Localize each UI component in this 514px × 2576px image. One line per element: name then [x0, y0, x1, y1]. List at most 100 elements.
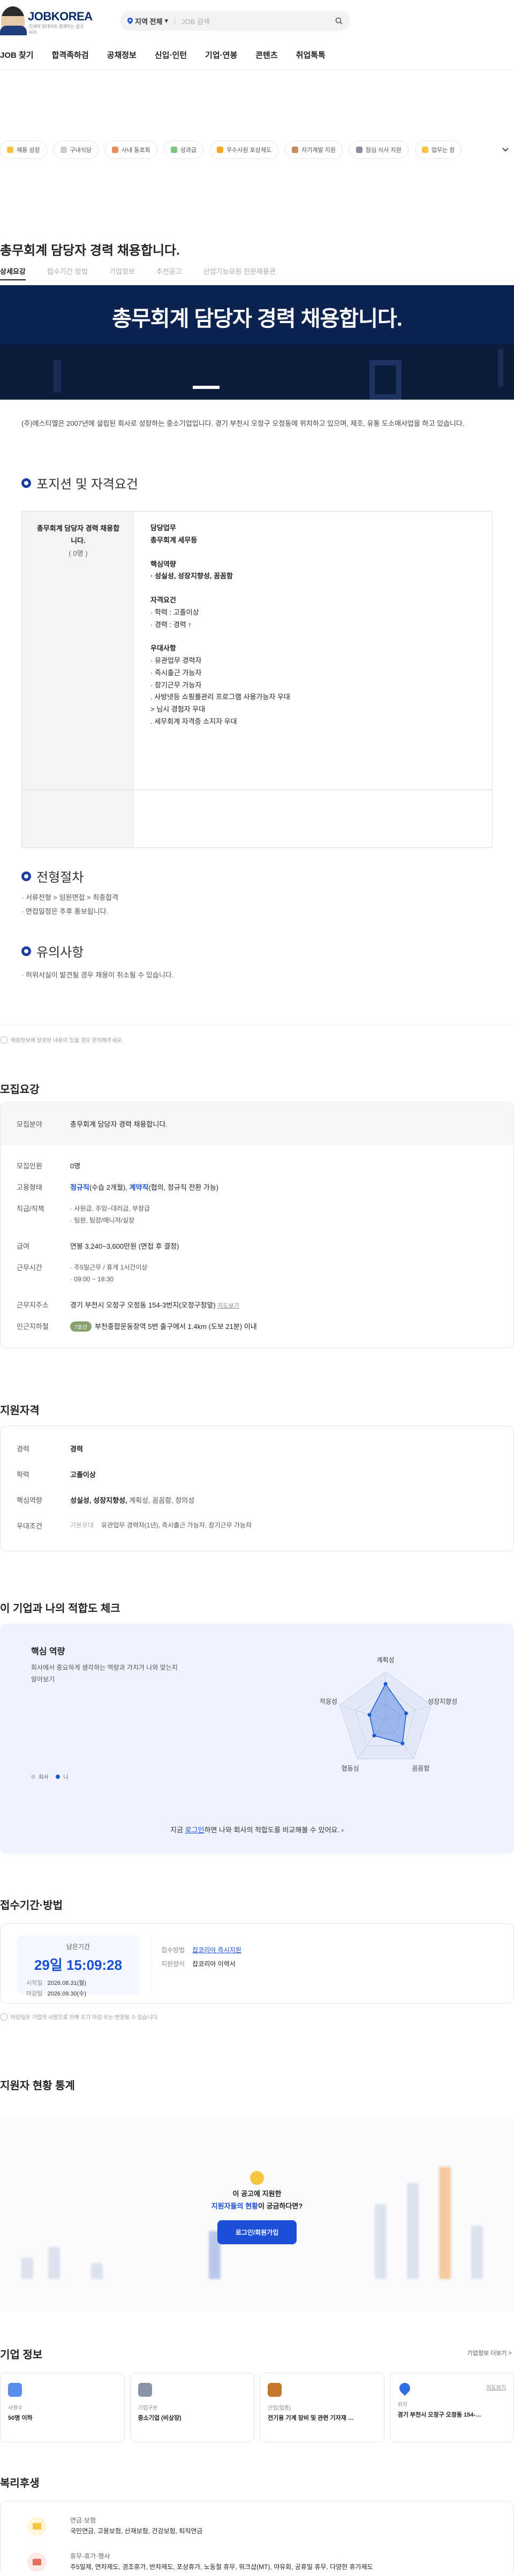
region-select[interactable]: 지역 전체 ▾ — [127, 16, 168, 26]
radar-point — [400, 1741, 405, 1746]
tab-company-info[interactable]: 기업정보 — [109, 266, 135, 280]
fit-box-desc: 회사에서 중요하게 생각하는 역량과 가치가 나와 맞는지 알아보기 — [31, 1664, 178, 1683]
heading-text: 유의사항 — [36, 945, 84, 960]
tab-industry-agent[interactable]: 산업기능요원 전문채용관 — [203, 266, 276, 280]
benefit-chip[interactable]: 사내 동호회 — [105, 141, 157, 159]
pref-item: · 유관업무 경력자 — [150, 656, 202, 664]
field-key: 모집분야 — [17, 1120, 42, 1128]
location-pin-icon — [127, 18, 133, 24]
form-value: 잡코리아 이력서 — [192, 1960, 236, 1968]
remain-label: 남은기간 — [66, 1943, 90, 1951]
type-contract-note: (협의, 정규직 전환 가능) — [148, 1183, 219, 1191]
process-line: · 면접일정은 추후 통보됩니다. — [21, 907, 109, 915]
cta-text: 지금 — [170, 1826, 185, 1834]
star-icon — [421, 147, 428, 153]
benefit-chip[interactable]: 업무는 정 — [414, 141, 462, 159]
apply-box: 남은기간 29일 15:09:28 시작일 2026.08.31(월) 마감일 … — [0, 1923, 514, 2004]
search-bar[interactable]: 지역 전체 ▾ JOB 검색 — [120, 11, 350, 31]
tab-recommend[interactable]: 추천공고 — [156, 266, 182, 280]
map-link[interactable]: 지도보기 — [486, 2383, 506, 2391]
jobkorea-logo[interactable]: JOBKOREA 인생의 업데이트 함께하는 잡코리아 — [0, 5, 93, 35]
nav-public[interactable]: 공채정보 — [107, 49, 137, 60]
benefit-chip[interactable]: 성과급 — [163, 141, 204, 159]
nav-job-search[interactable]: JOB 찾기 — [0, 49, 34, 60]
chip-label: 업무는 정 — [431, 147, 455, 154]
nav-company[interactable]: 기업·연봉 — [205, 49, 237, 60]
qualify-box: 경력 경력 학력 고졸이상 핵심역량 성실성, 성장지향성, 계획성, 꼼꼼함, 창의… — [0, 1426, 514, 1551]
type-key: 고용형태 — [17, 1183, 42, 1191]
nav-intern[interactable]: 신입·인턴 — [155, 49, 187, 60]
chip-label: 점심 식사 지원 — [365, 147, 402, 154]
login-link[interactable]: 로그인 — [185, 1826, 205, 1834]
hero-title: 총무회계 담당자 경력 채용합니다. — [112, 307, 403, 331]
radar-chart: 계획성성장지향성꼼꼼함 협동심 적응성 — [320, 1656, 457, 1772]
pref-item: . 세무회계 자격증 소지자 우대 — [150, 717, 237, 725]
chevron-right-icon: › — [341, 1826, 344, 1834]
chip-label: 성과급 — [180, 147, 197, 154]
radar-point — [367, 1713, 372, 1717]
remain-timer: 29일 15:09:28 — [34, 1957, 123, 1973]
benefit-chip[interactable]: 점심 식사 지원 — [349, 141, 409, 159]
method-key: 접수방법 — [161, 1946, 185, 1954]
login-signup-button[interactable]: 로그인/회원가입 — [217, 2220, 297, 2244]
benefit-chip-row: 채용 성장 구내식당 사내 동호회 성과급 우수사원 포상제도 자기계발 지원 … — [0, 136, 514, 163]
company-card-type: 기업구분 중소기업 (비상장) — [130, 2373, 254, 2442]
company-intro: (주)에스티엘은 2007년에 설립된 회사로 성장하는 중소기업입니다. 경기… — [21, 419, 465, 427]
legend-company-swatch — [31, 1774, 35, 1779]
radar-axis-label: 꼼꼼함 — [412, 1765, 429, 1772]
benefit-chip[interactable]: 자기계발 지원 — [285, 141, 343, 159]
chip-label: 사내 동호회 — [122, 147, 150, 154]
company-card-industry: 산업(업종) 전기용 기계 장비 및 관련 기자재 … — [260, 2373, 384, 2442]
core-value: · 성실성, 성장지향성, 꼼꼼함 — [150, 572, 233, 580]
nav-pass[interactable]: 합격족하검 — [52, 49, 89, 60]
subway-line-badge: 7호선 — [70, 1321, 92, 1332]
welfare-desc: 국민연금, 고용보험, 산재보험, 건강보험, 퇴직연금 — [70, 2527, 203, 2535]
hero-photo — [0, 344, 514, 400]
hero-decor — [369, 360, 402, 400]
pref-value: 유관업무 경력자(1년), 즉시출근 가능자, 장기근무 가능자 — [101, 1522, 252, 1529]
benefit-chip[interactable]: 우수사원 포상제도 — [210, 141, 279, 159]
search-input[interactable]: JOB 검색 — [182, 16, 331, 26]
lunch-icon — [356, 147, 362, 153]
hero-banner: 총무회계 담당자 경력 채용합니다. — [0, 285, 514, 400]
radar-point — [404, 1711, 409, 1715]
pref-item: · 즉시출근 가능자 — [150, 668, 202, 677]
career-key: 경력 — [17, 1445, 29, 1453]
heading-text: 전형절차 — [36, 870, 84, 885]
card-label: 기업구분 — [138, 2405, 158, 2411]
tab-detail[interactable]: 상세요강 — [0, 266, 26, 280]
report-note-text: 채용정보에 잘못된 내용이 있을 경우 문의해주세요. — [11, 1038, 123, 1044]
nav-talk[interactable]: 취업톡톡 — [296, 49, 326, 60]
chevron-down-icon: ▾ — [164, 17, 168, 25]
quick-apply-link[interactable]: 잡코리아 즉시지원 — [192, 1946, 241, 1954]
benefit-chip[interactable]: 구내식당 — [53, 141, 99, 159]
recruit-heading: 모집요강 — [0, 1084, 40, 1096]
position-role: 총무회계 담당자 경력 채용합니다. — [36, 524, 120, 545]
time-key: 근무시간 — [17, 1264, 42, 1272]
map-link[interactable]: 지도보기 — [217, 1303, 239, 1309]
pref-item: > 님시 경험자 우대 — [150, 705, 206, 713]
core-value-bold: 성실성, 성장지향성, — [70, 1496, 127, 1504]
hero-decor — [193, 386, 220, 389]
fit-cta: 지금 로그인하면 나와 회사의 적합도를 비교해볼 수 있어요. › — [0, 1824, 514, 1834]
radar-point — [383, 1682, 388, 1686]
cafeteria-icon — [60, 147, 67, 153]
caution-line: · 허위서실이 발견될 경우 채용이 취소될 수 있습니다. — [21, 971, 174, 979]
radar-point — [372, 1733, 376, 1738]
benefit-chip[interactable]: 채용 성장 — [0, 141, 47, 159]
deadline-panel: 남은기간 29일 15:09:28 시작일 2026.08.31(월) 마감일 … — [17, 1936, 140, 1997]
pref-item: · 장기근무 가능자 — [150, 681, 202, 689]
rank-key: 직급/직책 — [17, 1205, 44, 1213]
info-icon — [0, 2013, 7, 2021]
legend-company: 회사 — [39, 1775, 49, 1780]
company-heading: 기업 정보 — [0, 2349, 43, 2361]
brand-slogan: 인생의 업데이트 함께하는 잡코리아 — [29, 24, 84, 35]
tab-apply-period[interactable]: 접수기간·방법 — [47, 266, 88, 280]
chevron-down-icon[interactable] — [501, 145, 510, 154]
nav-contents[interactable]: 콘텐츠 — [255, 49, 277, 60]
report-note[interactable]: 채용정보에 잘못된 내용이 있을 경우 문의해주세요. — [0, 1036, 123, 1044]
search-icon[interactable] — [335, 17, 343, 25]
qual-title: 자격요건 — [150, 596, 176, 604]
time-value: · 주5일근무 / 휴게 1시간이상 — [70, 1264, 148, 1271]
company-more-link[interactable]: 기업정보 더보기 > — [467, 2349, 512, 2357]
